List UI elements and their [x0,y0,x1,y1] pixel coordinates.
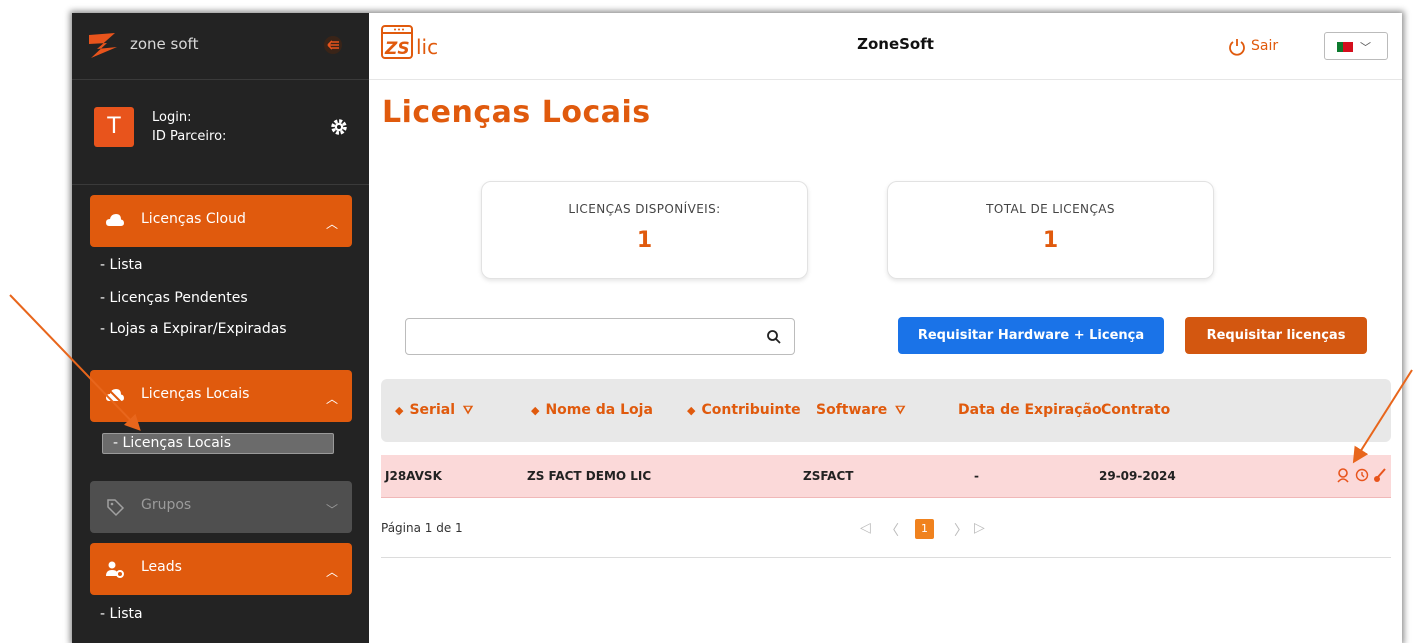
topbar: ZS lic ZoneSoft Sair ﹀ [369,13,1402,80]
topbar-title: ZoneSoft [857,35,934,53]
power-icon[interactable] [1227,37,1247,57]
cloud-icon [106,214,124,226]
submenu-item-leads-lista[interactable]: - Lista [100,606,143,622]
column-software[interactable]: Software ⛛ [816,402,905,418]
column-expiry-date: Data de Expiração [958,402,1102,418]
cloud-off-icon [106,387,124,405]
card-label: TOTAL DE LICENÇAS [986,202,1115,216]
submenu-item-lista[interactable]: - Lista [100,257,143,273]
card-value: 1 [1042,228,1059,253]
language-selector[interactable]: ﹀ [1324,32,1388,60]
login-label: Login: [152,110,192,125]
chevron-up-icon: ︿ [325,392,338,406]
menu-grupos[interactable]: Grupos ﹀ [90,481,352,533]
menu-licencas-locais[interactable]: Licenças Locais ︿ [90,370,352,422]
menu-label: Licenças Cloud [141,211,246,227]
logout-link[interactable]: Sair [1251,38,1278,54]
card-label: LICENÇAS DISPONÍVEIS: [568,202,721,216]
cell-software: ZSFACT [803,469,854,483]
request-hardware-button[interactable]: Requisitar Hardware + Licença [898,317,1164,354]
chevron-up-icon: ︿ [325,565,338,579]
total-licenses-card: TOTAL DE LICENÇAS 1 [887,181,1214,279]
filter-icon[interactable]: ⛛ [463,403,473,417]
sort-icon[interactable]: ◆ [531,404,539,417]
chevron-up-icon: ︿ [325,217,338,231]
zonesoft-logo-icon [89,33,117,58]
page-title: Licenças Locais [382,95,651,130]
column-taxpayer[interactable]: ◆ Contribuinte [687,402,801,418]
submenu-item-licencas-locais[interactable]: - Licenças Locais [102,433,334,454]
column-serial[interactable]: ◆ Serial ⛛ [395,402,473,418]
submenu-item-lojas-expirar[interactable]: - Lojas a Expirar/Expiradas [100,321,287,337]
last-page-icon[interactable]: ▷ [974,520,985,536]
sort-icon[interactable]: ◆ [687,404,695,417]
collapse-sidebar-icon[interactable] [322,35,344,55]
user-info: Login: ID Parceiro: [152,108,226,146]
menu-label: Leads [141,559,182,575]
sort-icon[interactable]: ◆ [395,404,403,417]
first-page-icon[interactable]: ◁ [860,520,871,536]
pagination-info: Página 1 de 1 [381,521,463,535]
key-icon[interactable] [1373,467,1387,483]
menu-label: Licenças Locais [141,386,250,402]
user-panel: T Login: ID Parceiro: [72,80,369,185]
previous-page-icon[interactable]: 〈 [885,520,899,540]
request-licenses-button[interactable]: Requisitar licenças [1185,317,1367,354]
sidebar-header: zone soft [72,13,369,80]
filter-icon[interactable]: ⛛ [895,403,905,417]
main-content: ZS lic ZoneSoft Sair ﹀ Licenças Locais L… [369,13,1402,643]
row-actions [1336,467,1386,485]
avatar[interactable]: T [94,107,134,147]
column-store-name[interactable]: ◆ Nome da Loja [531,402,653,418]
table-row[interactable]: J28AVSK ZS FACT DEMO LIC ZSFACT - 29-09-… [381,455,1391,498]
gear-icon[interactable] [330,118,348,136]
next-page-icon[interactable]: 〉 [954,520,968,540]
menu-licencas-cloud[interactable]: Licenças Cloud ︿ [90,195,352,247]
menu-label: Grupos [141,497,192,513]
sidebar: zone soft T Login: ID Parceiro: Licenças… [72,13,369,643]
pagination: Página 1 de 1 ◁ 〈 1 〉 ▷ [381,503,1391,558]
chevron-down-icon: ﹀ [1360,41,1371,54]
table-header: ◆ Serial ⛛ ◆ Nome da Loja ◆ Contribuinte Sof… [381,379,1391,442]
tag-icon [107,499,125,517]
available-licenses-card: LICENÇAS DISPONÍVEIS: 1 [481,181,808,279]
card-value: 1 [636,228,653,253]
portugal-flag-icon [1337,42,1353,52]
search-input[interactable] [405,318,795,355]
chevron-down-icon: ﹀ [325,503,338,517]
user-gear-icon [106,561,124,578]
menu-leads[interactable]: Leads ︿ [90,543,352,595]
submenu-item-licencas-pendentes[interactable]: - Licenças Pendentes [100,290,248,306]
cell-expiry-date: - [974,469,979,483]
cell-contract: 29-09-2024 [1099,469,1176,483]
column-contract: Contrato [1101,402,1171,418]
partner-id-label: ID Parceiro: [152,129,227,144]
current-page-button[interactable]: 1 [915,519,934,539]
brand-name: zone soft [130,35,199,53]
cell-store-name: ZS FACT DEMO LIC [527,469,652,483]
history-icon[interactable] [1355,468,1369,482]
app-window: zone soft T Login: ID Parceiro: Licenças… [72,13,1402,643]
user-badge-icon[interactable] [1336,467,1350,483]
search-icon[interactable] [766,329,782,345]
cell-serial: J28AVSK [385,469,442,483]
